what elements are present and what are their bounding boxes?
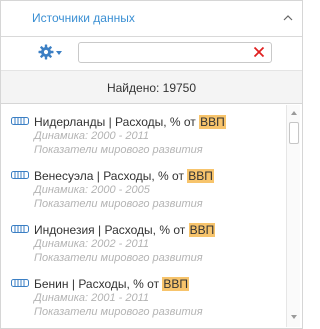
- item-separator: |: [105, 115, 116, 129]
- caret-down-icon: [56, 51, 62, 55]
- vertical-scrollbar[interactable]: [286, 105, 300, 327]
- search-highlight: ВВП: [187, 169, 214, 183]
- list-item[interactable]: Индонезия | Расходы, % от ВВП Динамика: …: [1, 216, 284, 268]
- item-country: Индонезия: [34, 223, 95, 237]
- data-sources-panel: Источники данных Найдено: 19750 Нидерлан…: [0, 0, 303, 329]
- search-highlight: ВВП: [162, 277, 190, 291]
- item-title: Нидерланды | Расходы, % от ВВП: [34, 115, 226, 129]
- item-country: Бенин: [34, 277, 69, 291]
- item-title: Бенин | Расходы, % от ВВП: [34, 277, 190, 291]
- item-measure: Расходы, % от: [104, 223, 189, 237]
- settings-dropdown-button[interactable]: [36, 42, 64, 62]
- list-item[interactable]: Венесуэла | Расходы, % от ВВП Динамика: …: [1, 162, 284, 214]
- search-highlight: ВВП: [199, 115, 226, 129]
- results-count-bar: Найдено: 19750: [1, 70, 302, 104]
- chevron-up-icon[interactable]: [282, 12, 294, 24]
- item-separator: |: [68, 277, 79, 291]
- item-source: Показатели мирового развития: [34, 198, 203, 210]
- item-measure: Расходы, % от: [78, 277, 163, 291]
- item-measure: Расходы, % от: [115, 115, 200, 129]
- toolbar: [1, 38, 302, 70]
- item-title: Венесуэла | Расходы, % от ВВП: [34, 169, 214, 183]
- item-dynamics: Динамика: 2000 - 2005: [34, 184, 150, 196]
- item-measure: Расходы, % от: [103, 169, 188, 183]
- panel-header[interactable]: Источники данных: [1, 1, 302, 37]
- results-list: Нидерланды | Расходы, % от ВВП Динамика:…: [1, 105, 284, 328]
- item-country: Венесуэла: [34, 169, 94, 183]
- item-source: Показатели мирового развития: [34, 306, 203, 318]
- list-item[interactable]: Нидерланды | Расходы, % от ВВП Динамика:…: [1, 108, 284, 160]
- close-icon[interactable]: [253, 46, 265, 58]
- scroll-down-arrow-icon[interactable]: [287, 311, 301, 323]
- item-source: Показатели мирового развития: [34, 252, 203, 264]
- item-dynamics: Динамика: 2001 - 2011: [34, 292, 150, 304]
- dataset-icon: [11, 225, 29, 233]
- item-dynamics: Динамика: 2000 - 2011: [34, 130, 150, 142]
- dataset-icon: [11, 171, 29, 179]
- dataset-icon: [11, 279, 29, 287]
- search-input[interactable]: [78, 42, 272, 63]
- dataset-icon: [11, 117, 29, 125]
- search-highlight: ВВП: [188, 223, 216, 237]
- item-separator: |: [94, 223, 105, 237]
- item-title: Индонезия | Расходы, % от ВВП: [34, 223, 216, 237]
- gear-icon: [38, 44, 54, 60]
- item-separator: |: [93, 169, 104, 183]
- list-item[interactable]: Бенин | Расходы, % от ВВП Динамика: 2001…: [1, 270, 284, 322]
- item-country: Нидерланды: [34, 115, 106, 129]
- item-dynamics: Динамика: 2002 - 2011: [34, 238, 150, 250]
- panel-title[interactable]: Источники данных: [32, 11, 135, 25]
- results-count: Найдено: 19750: [106, 81, 197, 95]
- item-source: Показатели мирового развития: [34, 144, 203, 156]
- scroll-up-arrow-icon[interactable]: [287, 107, 301, 119]
- scrollbar-thumb[interactable]: [289, 122, 299, 144]
